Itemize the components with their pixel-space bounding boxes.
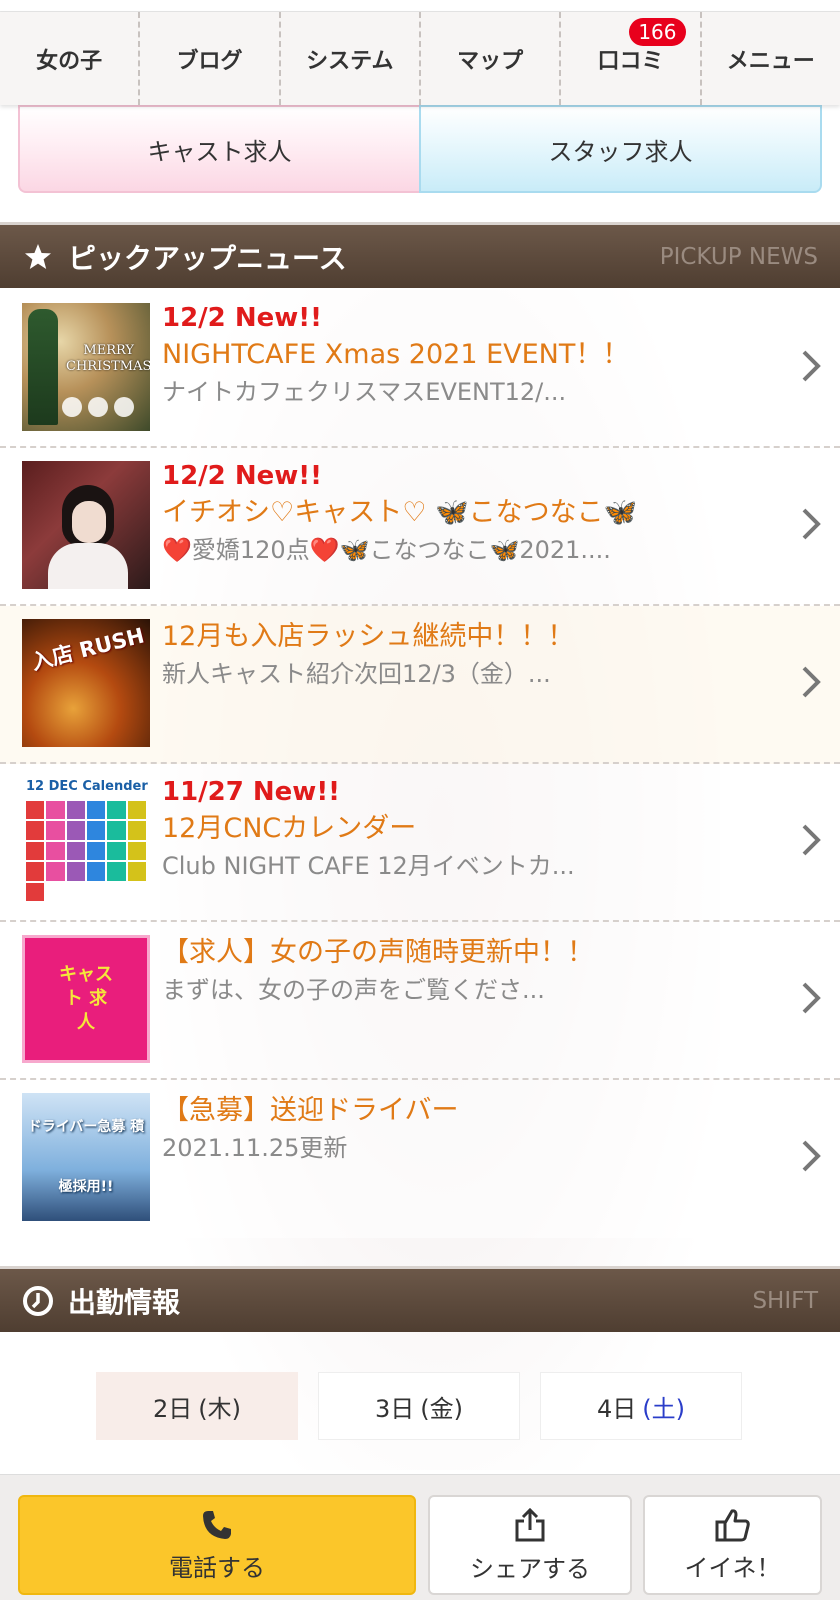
news-description: Club NIGHT CAFE 12月イベントカ... — [162, 852, 575, 880]
nav-item-reviews[interactable]: 口コミ 166 — [561, 12, 702, 105]
news-title: 12月CNCカレンダー — [162, 813, 417, 844]
shift-header: 出勤情報 SHIFT — [0, 1266, 840, 1332]
chevron-right-icon — [802, 666, 821, 698]
news-date: 11/27 New!! — [162, 777, 341, 807]
call-button[interactable]: 電話する — [18, 1495, 416, 1595]
clock-icon — [23, 1285, 53, 1316]
review-count-badge: 166 — [629, 18, 686, 46]
news-title: 【求人】女の子の声随時更新中！！ — [162, 937, 594, 968]
news-title: イチオシ♡キャスト♡ 🦋こなつなこ🦋 — [162, 497, 638, 528]
news-description: ナイトカフェクリスマスEVENT12/... — [162, 378, 567, 406]
global-nav: 女の子 ブログ システム マップ 口コミ 166 メニュー — [0, 12, 840, 105]
weekday-label: (金) — [420, 1394, 463, 1423]
chevron-right-icon — [802, 350, 821, 382]
thumb-caption: キャスト 求人 — [59, 964, 113, 1033]
news-item[interactable]: ドライバー急募 積極採用!! 【急募】送迎ドライバー 2021.11.25更新 — [0, 1080, 840, 1238]
nav-item-blog[interactable]: ブログ — [140, 12, 281, 105]
day-tab[interactable]: 2日 (木) — [96, 1372, 298, 1440]
nav-label: マップ — [457, 48, 524, 74]
cast-recruit-button[interactable]: キャスト求人 — [18, 105, 419, 193]
news-thumbnail: キャスト 求人 — [22, 935, 150, 1063]
thumb-caption: ドライバー急募 積極採用!! — [27, 1119, 145, 1195]
news-thumbnail — [22, 461, 150, 589]
share-button[interactable]: シェアする — [428, 1495, 632, 1595]
section-subtitle: PICKUP NEWS — [659, 243, 818, 270]
news-item[interactable]: 入店 RUSH 12月も入店ラッシュ継続中！！！ 新人キャスト紹介次回12/3（… — [0, 606, 840, 764]
bottom-action-bar: 電話する シェアする イイネ！ — [0, 1474, 840, 1600]
day-tab[interactable]: 4日 (土) — [540, 1372, 742, 1440]
nav-item-menu[interactable]: メニュー — [702, 12, 840, 105]
news-description: 新人キャスト紹介次回12/3（金）... — [162, 660, 551, 688]
star-icon — [25, 243, 51, 269]
day-label: 2日 — [152, 1394, 193, 1423]
news-item[interactable]: キャスト 求人 【求人】女の子の声随時更新中！！ まずは、女の子の声をご覧くださ… — [0, 922, 840, 1080]
nav-label: メニュー — [726, 48, 815, 74]
share-label: シェアする — [470, 1554, 590, 1583]
like-button[interactable]: イイネ！ — [643, 1495, 822, 1595]
news-list: MERRY CHRISTMAS 12/2 New!! NIGHTCAFE Xma… — [0, 290, 840, 1238]
chevron-right-icon — [802, 1140, 821, 1172]
like-label: イイネ！ — [684, 1553, 781, 1582]
shift-day-tabs: 2日 (木) 3日 (金) 4日 (土) — [96, 1372, 744, 1440]
nav-label: ブログ — [176, 48, 243, 74]
day-label: 3日 — [374, 1394, 415, 1423]
news-item[interactable]: 12 DEC Calender 11/27 New!! 12月CNCカレンダー … — [0, 764, 840, 922]
news-title: 12月も入店ラッシュ継続中！！！ — [162, 621, 575, 652]
section-title: 出勤情報 — [68, 1285, 181, 1319]
phone-icon — [203, 1510, 231, 1539]
nav-label: 女の子 — [36, 48, 103, 74]
chevron-right-icon — [802, 508, 821, 540]
nav-item-system[interactable]: システム — [281, 12, 421, 105]
weekday-label: (土) — [642, 1394, 685, 1423]
pickup-news-header: ピックアップニュース PICKUP NEWS — [0, 222, 840, 288]
news-description: 2021.11.25更新 — [162, 1134, 348, 1162]
news-title: NIGHTCAFE Xmas 2021 EVENT！！ — [162, 339, 630, 370]
call-label: 電話する — [169, 1553, 265, 1582]
news-description: まずは、女の子の声をご覧くださ... — [162, 976, 545, 1004]
news-item[interactable]: MERRY CHRISTMAS 12/2 New!! NIGHTCAFE Xma… — [0, 290, 840, 448]
news-thumbnail: ドライバー急募 積極採用!! — [22, 1093, 150, 1221]
share-icon — [515, 1507, 545, 1541]
nav-label: システム — [306, 48, 394, 74]
news-thumbnail: 入店 RUSH — [22, 619, 150, 747]
section-subtitle: SHIFT — [752, 1287, 818, 1314]
day-label: 4日 — [596, 1394, 637, 1423]
nav-item-map[interactable]: マップ — [421, 12, 562, 105]
thumb-caption: MERRY CHRISTMAS — [66, 343, 150, 374]
recruit-tabs: キャスト求人 スタッフ求人 — [18, 105, 822, 193]
thumb-caption: 12 DEC Calender — [26, 779, 148, 794]
news-title: 【急募】送迎ドライバー — [162, 1095, 459, 1126]
news-date: 12/2 New!! — [162, 303, 322, 333]
thumbs-up-icon — [715, 1508, 750, 1541]
section-title: ピックアップニュース — [68, 241, 347, 275]
staff-recruit-button[interactable]: スタッフ求人 — [419, 105, 822, 193]
chevron-right-icon — [802, 982, 821, 1014]
news-date: 12/2 New!! — [162, 461, 322, 491]
nav-label: 口コミ — [597, 48, 664, 74]
nav-item-girls[interactable]: 女の子 — [0, 12, 141, 105]
chevron-right-icon — [802, 824, 821, 856]
news-thumbnail: MERRY CHRISTMAS — [22, 303, 150, 431]
top-strip — [0, 0, 840, 12]
news-thumbnail: 12 DEC Calender — [22, 777, 150, 905]
day-tab[interactable]: 3日 (金) — [318, 1372, 520, 1440]
news-item[interactable]: 12/2 New!! イチオシ♡キャスト♡ 🦋こなつなこ🦋 ❤️愛嬌120点❤️… — [0, 448, 840, 606]
thumb-caption: 入店 RUSH — [29, 623, 147, 675]
news-description: ❤️愛嬌120点❤️🦋こなつなこ🦋2021.... — [162, 536, 611, 564]
weekday-label: (木) — [198, 1394, 241, 1423]
